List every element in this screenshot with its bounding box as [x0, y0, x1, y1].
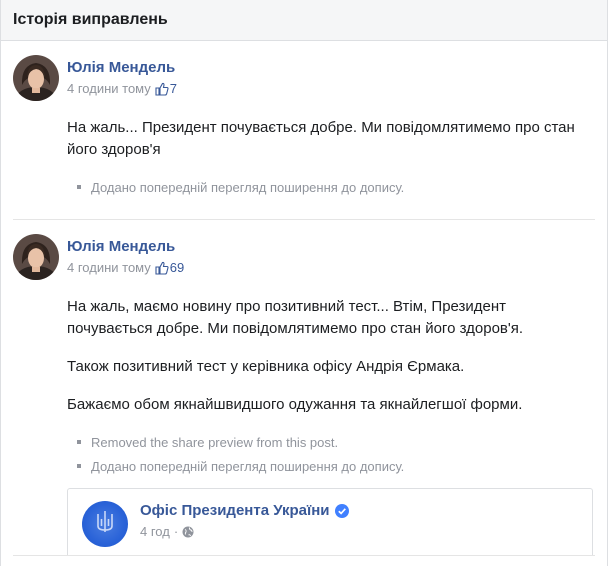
edit-item: Removed the share preview from this post…	[67, 430, 595, 454]
shared-time[interactable]: 4 год	[140, 524, 170, 539]
author-row: Юлія Мендель 4 години тому 69	[13, 220, 595, 280]
edit-history-dialog: Історія виправлень Юлія Мендель 4 години…	[0, 0, 608, 566]
author-row: Юлія Мендель 4 години тому 7	[13, 41, 595, 101]
post-time[interactable]: 4 години тому	[67, 81, 151, 96]
author-avatar[interactable]	[13, 55, 59, 101]
verified-badge-icon	[334, 503, 349, 518]
post-body: На жаль, маємо новину про позитивний тес…	[67, 296, 595, 416]
thumbs-up-icon	[155, 261, 169, 275]
edit-text: Додано попередній перегляд поширення до …	[91, 179, 405, 195]
edit-list: Removed the share preview from this post…	[67, 430, 595, 478]
bottom-divider	[13, 555, 595, 556]
page-time-row: 4 год ·	[140, 524, 349, 539]
post-paragraph: Також позитивний тест у керівника офісу …	[67, 358, 465, 375]
post-paragraph: На жаль, маємо новину про позитивний тес…	[67, 298, 524, 337]
page-meta: Офіс Президента України 4 год ·	[140, 501, 349, 539]
bullet-icon	[77, 440, 81, 444]
author-meta: Юлія Мендель 4 години тому 69	[67, 234, 184, 275]
like-count[interactable]: 69	[170, 260, 184, 275]
history-entry: Юлія Мендель 4 години тому 69 На жаль, м…	[13, 219, 595, 556]
page-name-row: Офіс Президента України	[140, 502, 349, 519]
bullet-icon	[77, 464, 81, 468]
post-time[interactable]: 4 години тому	[67, 260, 151, 275]
post-paragraph: На жаль... Президент почувається добре. …	[67, 119, 575, 158]
thumbs-up-icon	[155, 82, 169, 96]
post-meta: 4 години тому 69	[67, 260, 184, 275]
author-name[interactable]: Юлія Мендель	[67, 59, 177, 77]
globe-icon	[182, 526, 194, 538]
history-entry: Юлія Мендель 4 години тому 7 На жаль... …	[13, 41, 595, 219]
shared-post-card[interactable]: Офіс Президента України 4 год ·	[67, 488, 593, 556]
edit-item: Додано попередній перегляд поширення до …	[67, 175, 595, 199]
edit-text: Removed the share preview from this post…	[91, 434, 339, 450]
trident-icon	[95, 510, 115, 539]
dialog-title: Історія виправлень	[13, 11, 168, 28]
edit-item: Додано попередній перегляд поширення до …	[67, 454, 595, 478]
like-count[interactable]: 7	[170, 81, 177, 96]
page-avatar[interactable]	[82, 501, 128, 547]
edit-text: Додано попередній перегляд поширення до …	[91, 458, 405, 474]
post-meta: 4 години тому 7	[67, 81, 177, 96]
dialog-header: Історія виправлень	[1, 0, 607, 41]
post-body: На жаль... Президент почувається добре. …	[67, 117, 595, 161]
author-meta: Юлія Мендель 4 години тому 7	[67, 55, 177, 96]
author-name[interactable]: Юлія Мендель	[67, 238, 184, 256]
edit-list: Додано попередній перегляд поширення до …	[67, 175, 595, 219]
post-paragraph: Бажаємо обом якнайшвидшого одужання та я…	[67, 396, 523, 413]
separator: ·	[173, 524, 179, 539]
author-avatar[interactable]	[13, 234, 59, 280]
bullet-icon	[77, 185, 81, 189]
page-name[interactable]: Офіс Президента України	[140, 502, 330, 519]
